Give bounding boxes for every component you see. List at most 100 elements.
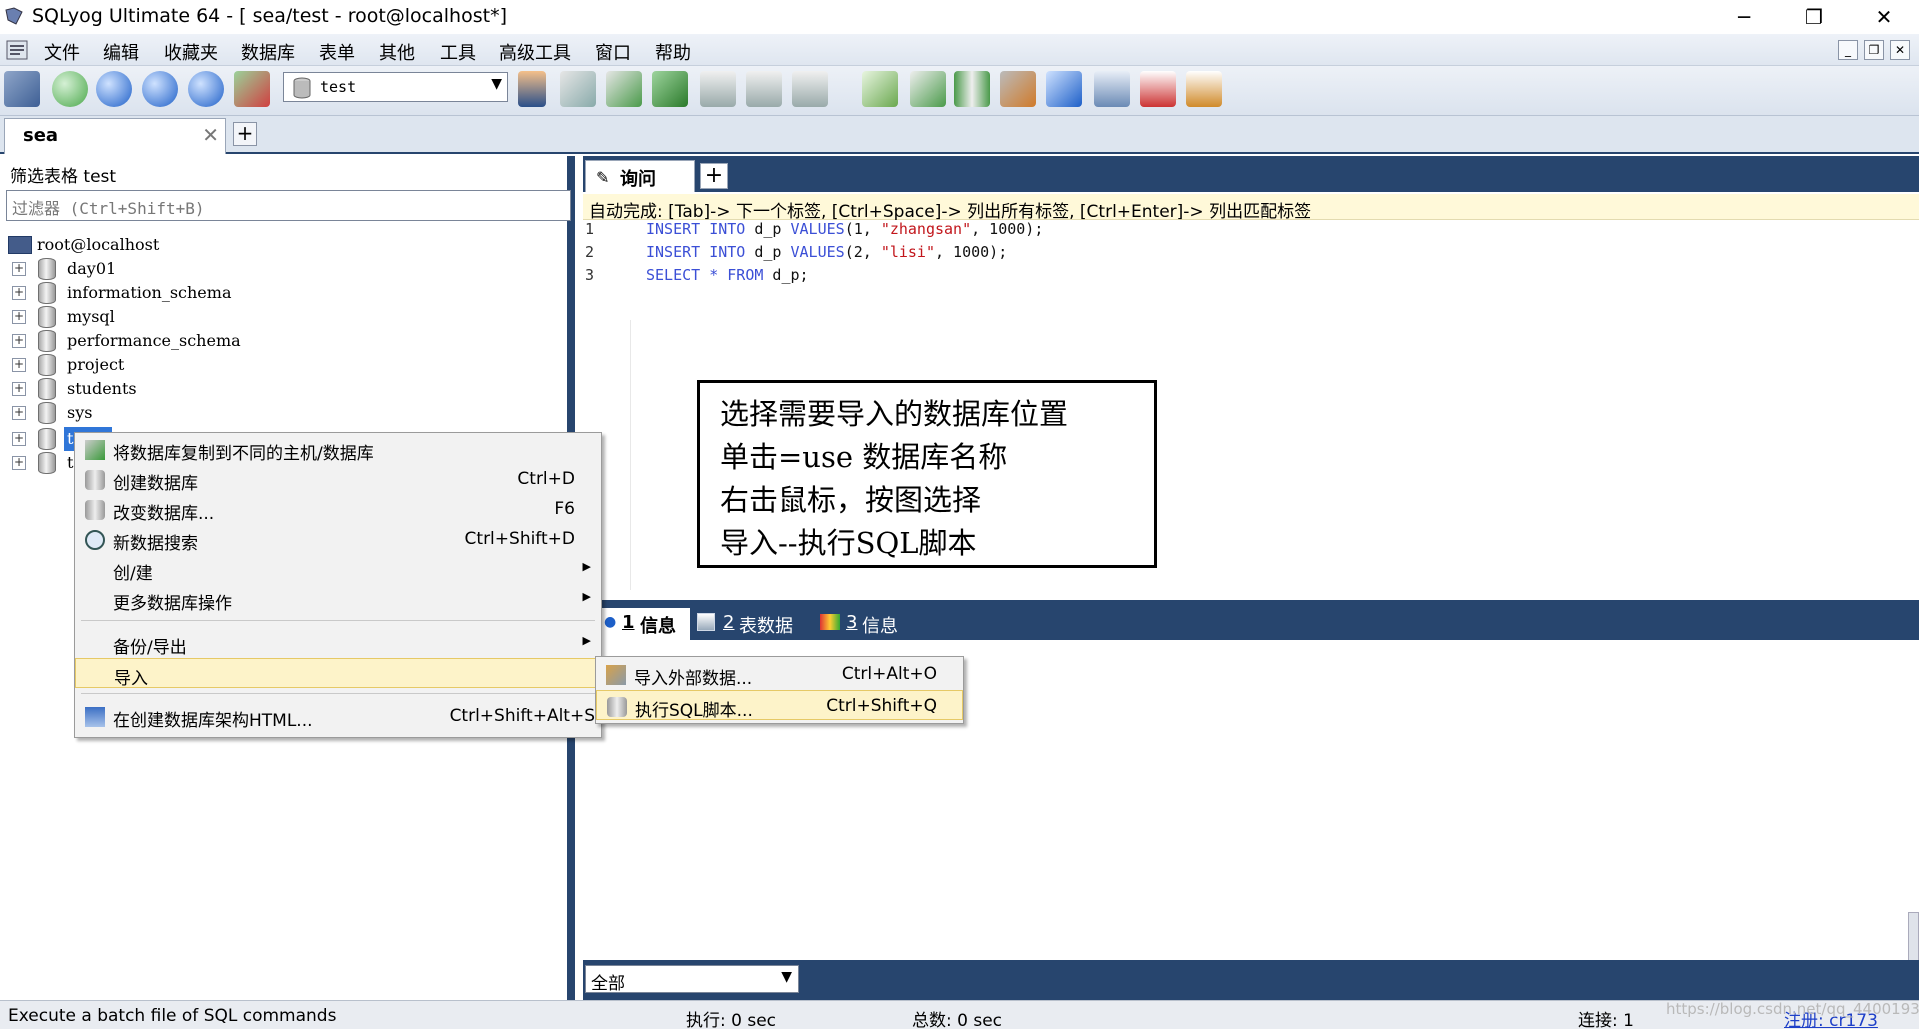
menu-advanced-tools[interactable]: 高级工具 <box>499 39 571 65</box>
tree-db-label: performance_schema <box>67 331 241 350</box>
schema-designer-icon[interactable] <box>1140 71 1176 107</box>
menu-tools[interactable]: 工具 <box>440 39 476 65</box>
query-builder-icon[interactable] <box>1094 71 1130 107</box>
menu-item-backup-export[interactable]: 备份/导出 ▶ <box>75 628 601 658</box>
query-tab[interactable]: ✎ 询问 <box>585 160 695 192</box>
tree-root-connection[interactable]: root@localhost <box>0 233 570 257</box>
menu-item-label: 导入外部数据... <box>634 669 753 689</box>
import-db-icon[interactable] <box>560 71 596 107</box>
minimize-button[interactable]: ─ <box>1710 0 1778 34</box>
menu-item-create[interactable]: 创/建 ▶ <box>75 554 601 584</box>
menu-item-data-search[interactable]: 新数据搜索 Ctrl+Shift+D <box>75 524 601 554</box>
table-data-icon[interactable] <box>700 71 736 107</box>
tree-db-item[interactable]: + sys <box>0 401 570 425</box>
new-connection-icon[interactable] <box>4 71 40 107</box>
mdi-close-button[interactable]: ✕ <box>1890 40 1910 60</box>
menu-item-label: 执行SQL脚本... <box>635 701 753 721</box>
menu-item-schema-html[interactable]: 在创建数据库架构HTML... Ctrl+Shift+Alt+S <box>75 701 601 731</box>
menu-item-label: 创建数据库 <box>113 474 198 494</box>
scheduler-icon[interactable] <box>1000 71 1036 107</box>
expand-icon[interactable]: + <box>12 310 26 324</box>
add-query-tab-button[interactable]: + <box>700 163 728 189</box>
close-icon[interactable]: ✕ <box>202 123 219 147</box>
menu-item-label: 备份/导出 <box>113 638 187 658</box>
restore-db-icon[interactable] <box>652 71 688 107</box>
status-exec-time: 执行: 0 sec <box>686 1011 777 1029</box>
menu-database[interactable]: 数据库 <box>241 39 295 65</box>
menu-edit[interactable]: 编辑 <box>103 39 139 65</box>
results-tab-info[interactable]: 3 信息 <box>818 608 918 640</box>
expand-icon[interactable]: + <box>12 456 26 470</box>
menu-item-execute-sql-script[interactable]: 执行SQL脚本... Ctrl+Shift+Q <box>596 690 963 721</box>
menu-item-more-db-ops[interactable]: 更多数据库操作 ▶ <box>75 584 601 614</box>
menu-help[interactable]: 帮助 <box>655 39 691 65</box>
menu-other[interactable]: 其他 <box>379 39 415 65</box>
menu-favorites[interactable]: 收藏夹 <box>164 39 218 65</box>
menu-table[interactable]: 表单 <box>319 39 355 65</box>
database-select[interactable]: test ▼ <box>283 72 508 102</box>
menu-window[interactable]: 窗口 <box>595 39 631 65</box>
menu-item-copy-database[interactable]: 将数据库复制到不同的主机/数据库 <box>75 434 601 464</box>
menu-item-shortcut: Ctrl+D <box>517 469 575 489</box>
compare-icon[interactable] <box>954 71 990 107</box>
expand-icon[interactable]: + <box>12 286 26 300</box>
execute-edit-icon[interactable] <box>188 71 224 107</box>
table-copy-icon[interactable] <box>792 71 828 107</box>
menu-item-create-database[interactable]: 创建数据库 Ctrl+D <box>75 464 601 494</box>
annotation-box: 选择需要导入的数据库位置 单击=use 数据库名称 右击鼠标，按图选择 导入--… <box>697 380 1157 568</box>
menu-item-import-external-data[interactable]: 导入外部数据... Ctrl+Alt+O <box>596 659 963 689</box>
expand-icon[interactable]: + <box>12 406 26 420</box>
chevron-down-icon: ▼ <box>781 969 792 985</box>
tree-db-item[interactable]: + students <box>0 377 570 401</box>
add-session-button[interactable]: + <box>233 122 257 146</box>
execute-all-icon[interactable] <box>142 71 178 107</box>
schema-sync-icon[interactable] <box>862 71 898 107</box>
execute-query-icon[interactable] <box>96 71 132 107</box>
filter-input[interactable]: 过滤器 (Ctrl+Shift+B) <box>6 190 571 221</box>
expand-icon[interactable]: + <box>12 382 26 396</box>
tree-db-item[interactable]: + day01 <box>0 257 570 281</box>
data-sync-icon[interactable] <box>910 71 946 107</box>
schema-report-icon[interactable] <box>1186 71 1222 107</box>
tree-db-item[interactable]: + performance_schema <box>0 329 570 353</box>
close-button[interactable]: ✕ <box>1850 0 1918 34</box>
window-title: SQLyog Ultimate 64 - [ sea/test - root@l… <box>32 5 507 27</box>
table-grid-icon[interactable] <box>746 71 782 107</box>
menu-file[interactable]: 文件 <box>44 39 80 65</box>
menu-separator <box>81 693 595 694</box>
tree-db-item[interactable]: + project <box>0 353 570 377</box>
menu-item-label: 改变数据库... <box>113 504 215 524</box>
database-icon <box>38 428 56 450</box>
tree-db-item[interactable]: + information_schema <box>0 281 570 305</box>
results-tab-num: 3 <box>846 612 858 633</box>
database-icon <box>38 258 56 280</box>
expand-icon[interactable]: + <box>12 334 26 348</box>
restore-button[interactable]: ❐ <box>1780 0 1848 34</box>
autocomplete-hint-bar: 自动完成: [Tab]-> 下一个标签, [Ctrl+Space]-> 列出所有… <box>583 194 1919 222</box>
filter-label: 筛选表格 test <box>10 167 117 187</box>
code-token: VALUES <box>790 220 845 238</box>
refresh-objects-icon[interactable] <box>234 71 270 107</box>
user-manager-icon[interactable] <box>518 71 546 107</box>
code-token: d_p; <box>763 266 809 284</box>
menu-item-label: 导入 <box>114 669 148 689</box>
notification-icon[interactable] <box>1046 71 1082 107</box>
mdi-minimize-button[interactable]: _ <box>1838 40 1858 60</box>
menu-item-alter-database[interactable]: 改变数据库... F6 <box>75 494 601 524</box>
menu-item-shortcut: Ctrl+Alt+O <box>841 664 937 684</box>
expand-icon[interactable]: + <box>12 358 26 372</box>
result-filter-select[interactable]: 全部 ▼ <box>585 965 799 994</box>
menu-item-import[interactable]: 导入 <box>75 658 601 689</box>
expand-icon[interactable]: + <box>12 432 26 446</box>
mdi-restore-button[interactable]: ❐ <box>1864 40 1884 60</box>
backup-db-icon[interactable] <box>606 71 642 107</box>
tree-db-item[interactable]: + mysql <box>0 305 570 329</box>
results-tab-table-data[interactable]: 2 表数据 <box>695 608 805 640</box>
document-icon[interactable] <box>6 40 28 60</box>
tree-db-label: sys <box>67 403 93 422</box>
results-tab-messages[interactable]: ● 1 信息 <box>600 608 690 640</box>
info-icon: ● <box>604 614 617 630</box>
expand-icon[interactable]: + <box>12 262 26 276</box>
new-query-icon[interactable] <box>52 71 88 107</box>
session-tab[interactable]: sea ✕ <box>4 118 226 154</box>
